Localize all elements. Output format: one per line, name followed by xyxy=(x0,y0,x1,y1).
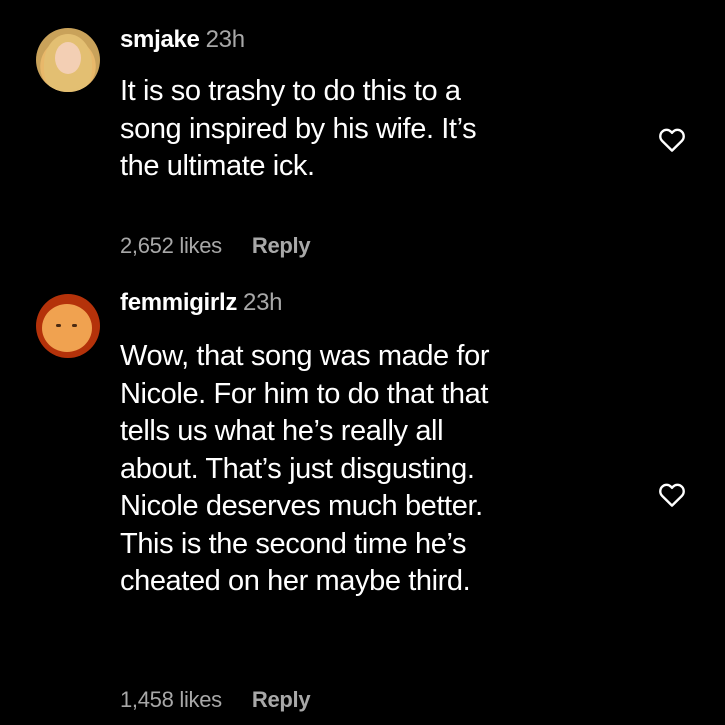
comment-line: It is so trashy to do this to a xyxy=(120,75,461,107)
comment-line: about. That’s just disgusting. xyxy=(120,452,475,485)
comment-text: It is so trashy to do this to a song ins… xyxy=(120,73,477,186)
comment-line: the ultimate ick. xyxy=(120,150,315,182)
comment-header: smjake 23h xyxy=(120,26,245,54)
comment-time: 23h xyxy=(243,289,283,316)
avatar-face xyxy=(42,304,92,352)
comment-line: tells us what he’s really all xyxy=(120,415,444,447)
user-avatar[interactable] xyxy=(36,28,100,92)
likes-count[interactable]: 2,652 likes xyxy=(120,233,222,258)
comment-line: Nicole. For him to do that that xyxy=(120,377,488,410)
user-avatar[interactable] xyxy=(36,294,100,358)
comment-username[interactable]: femmigirlz xyxy=(120,289,237,316)
comment-username[interactable]: smjake xyxy=(120,26,200,53)
comment-header: femmigirlz 23h xyxy=(120,289,282,317)
reply-button[interactable]: Reply xyxy=(252,233,311,258)
comment-time: 23h xyxy=(205,26,245,53)
avatar-face xyxy=(55,42,81,74)
comment-meta: 1,458 likes Reply xyxy=(120,687,311,713)
heart-outline-icon[interactable] xyxy=(657,480,687,510)
avatar-eye xyxy=(56,324,61,327)
comment-line: This is the second time he’s xyxy=(120,527,467,560)
comment-text: Wow, that song was made for Nicole. For … xyxy=(120,338,489,601)
comment-line: cheated on her maybe third. xyxy=(120,565,471,597)
avatar-eye xyxy=(72,324,77,327)
comment-meta: 2,652 likes Reply xyxy=(120,233,311,259)
likes-count[interactable]: 1,458 likes xyxy=(120,687,222,712)
heart-outline-icon[interactable] xyxy=(657,125,687,155)
comment-line: Nicole deserves much better. xyxy=(120,490,483,522)
reply-button[interactable]: Reply xyxy=(252,687,311,712)
comment-line: Wow, that song was made for xyxy=(120,340,490,372)
comment-line: song inspired by his wife. It’s xyxy=(120,112,477,145)
